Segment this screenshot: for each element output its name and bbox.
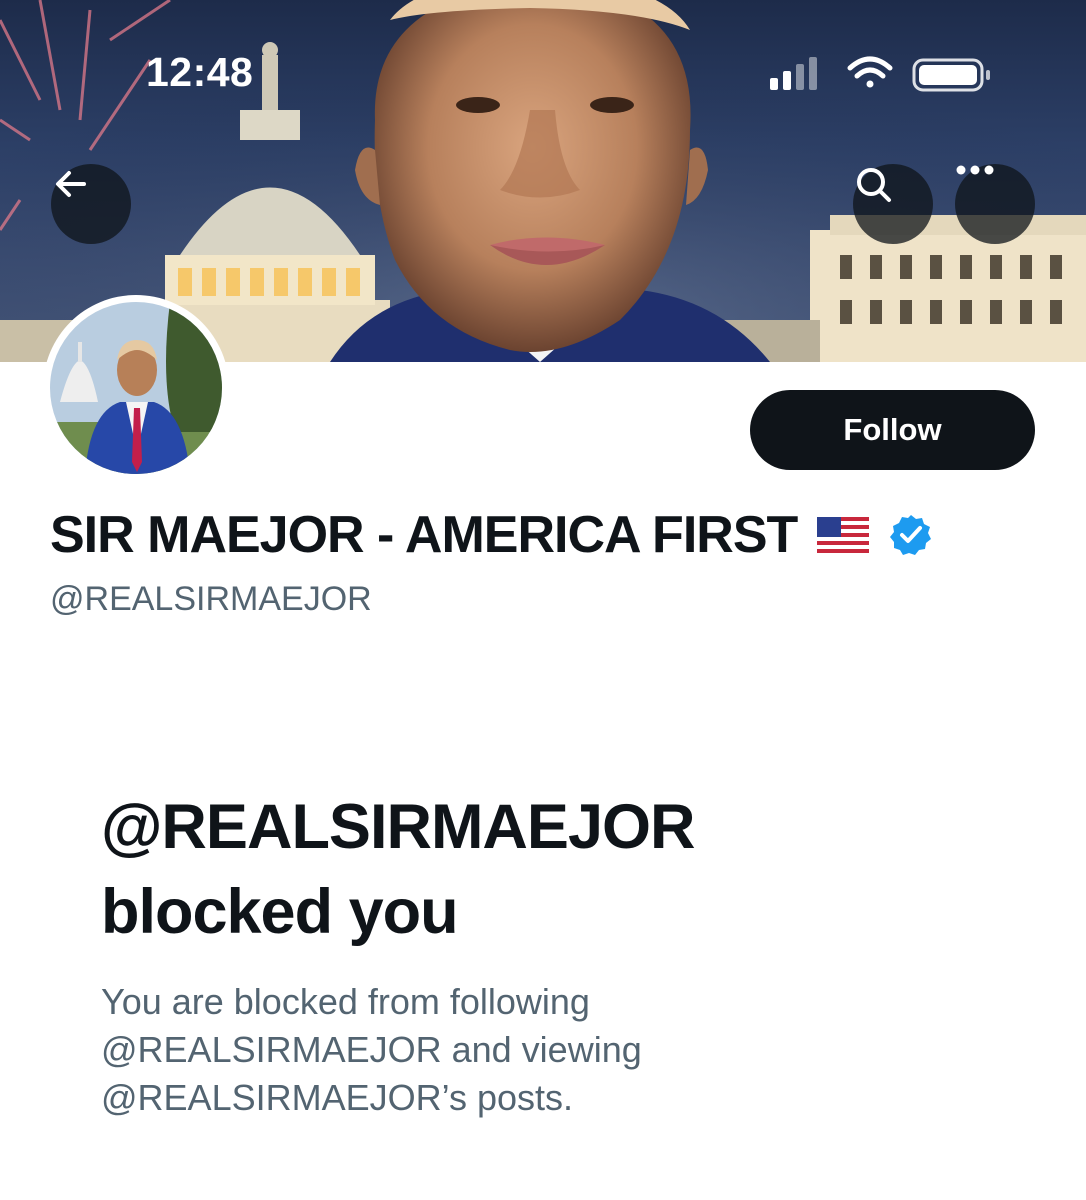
status-time: 12:48 [146, 49, 254, 95]
wifi-icon [847, 56, 893, 88]
blocked-title-handle: @REALSIRMAEJOR [101, 792, 695, 862]
us-flag-icon [817, 517, 870, 553]
blocked-title: @REALSIRMAEJOR blocked you [101, 785, 1001, 955]
more-options-button[interactable] [955, 164, 1035, 244]
verified-badge-icon [890, 515, 932, 555]
avatar-image [50, 302, 222, 474]
profile-handle: @REALSIRMAEJOR [50, 580, 372, 618]
back-button[interactable] [51, 164, 131, 244]
follow-button[interactable]: Follow [750, 390, 1035, 470]
cellular-signal-icon [770, 57, 817, 90]
more-options-icon [956, 165, 994, 175]
blocked-description: You are blocked from following @REALSIRM… [101, 981, 642, 1118]
battery-icon [912, 58, 990, 92]
profile-name-row: SIR MAEJOR - AMERICA FIRST [50, 505, 933, 565]
search-icon [857, 168, 891, 202]
back-arrow-icon [56, 171, 86, 197]
status-icons [768, 52, 998, 96]
search-button[interactable] [853, 164, 933, 244]
avatar[interactable] [43, 295, 229, 481]
blocked-title-text: blocked you [101, 877, 459, 947]
display-name: SIR MAEJOR - AMERICA FIRST [50, 506, 798, 564]
